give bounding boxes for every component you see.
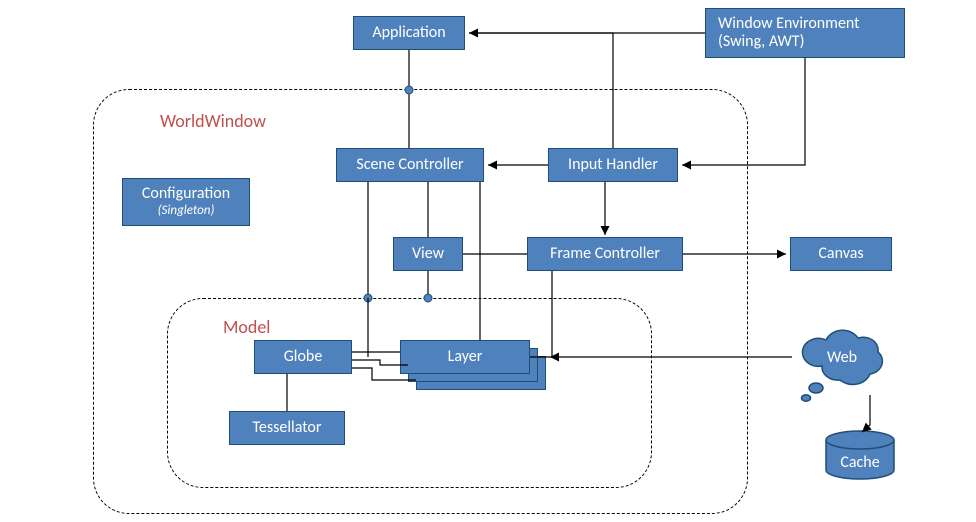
box-layer-label: Layer — [448, 348, 483, 366]
box-view-label: View — [412, 245, 444, 263]
box-input-handler: Input Handler — [548, 148, 678, 182]
box-window-env-label: Window Environment (Swing, AWT) — [718, 15, 860, 52]
box-frame-controller-label: Frame Controller — [550, 245, 660, 263]
box-scene-controller: Scene Controller — [336, 148, 484, 182]
cylinder-cache-svg: Cache — [820, 430, 900, 488]
cylinder-cache-label: Cache — [840, 453, 879, 472]
box-globe-label: Globe — [284, 348, 323, 366]
box-window-env: Window Environment (Swing, AWT) — [705, 8, 905, 58]
box-configuration: Configuration (Singleton) — [122, 178, 250, 226]
box-application-label: Application — [372, 24, 445, 42]
box-configuration-label: Configuration — [142, 185, 230, 203]
box-configuration-sublabel: (Singleton) — [158, 204, 215, 219]
box-canvas: Canvas — [790, 237, 892, 271]
cloud-web-label: Web — [827, 348, 857, 367]
group-worldwindow-label: WorldWindow — [160, 110, 266, 132]
box-input-handler-label: Input Handler — [568, 156, 658, 174]
box-scene-controller-label: Scene Controller — [356, 156, 463, 174]
box-tessellator: Tessellator — [229, 411, 345, 445]
box-layer: Layer — [400, 340, 530, 374]
box-tessellator-label: Tessellator — [253, 419, 322, 437]
cylinder-cache: Cache — [820, 430, 900, 493]
cloud-web: Web — [792, 326, 892, 411]
box-application: Application — [353, 16, 465, 50]
box-frame-controller: Frame Controller — [527, 237, 683, 271]
cloud-web-svg: Web — [792, 326, 892, 406]
box-view: View — [393, 237, 463, 271]
box-globe: Globe — [254, 340, 352, 374]
box-canvas-label: Canvas — [818, 245, 863, 263]
diagram-canvas: WorldWindow Model Application Window Env… — [0, 0, 976, 522]
group-model-label: Model — [223, 316, 270, 338]
